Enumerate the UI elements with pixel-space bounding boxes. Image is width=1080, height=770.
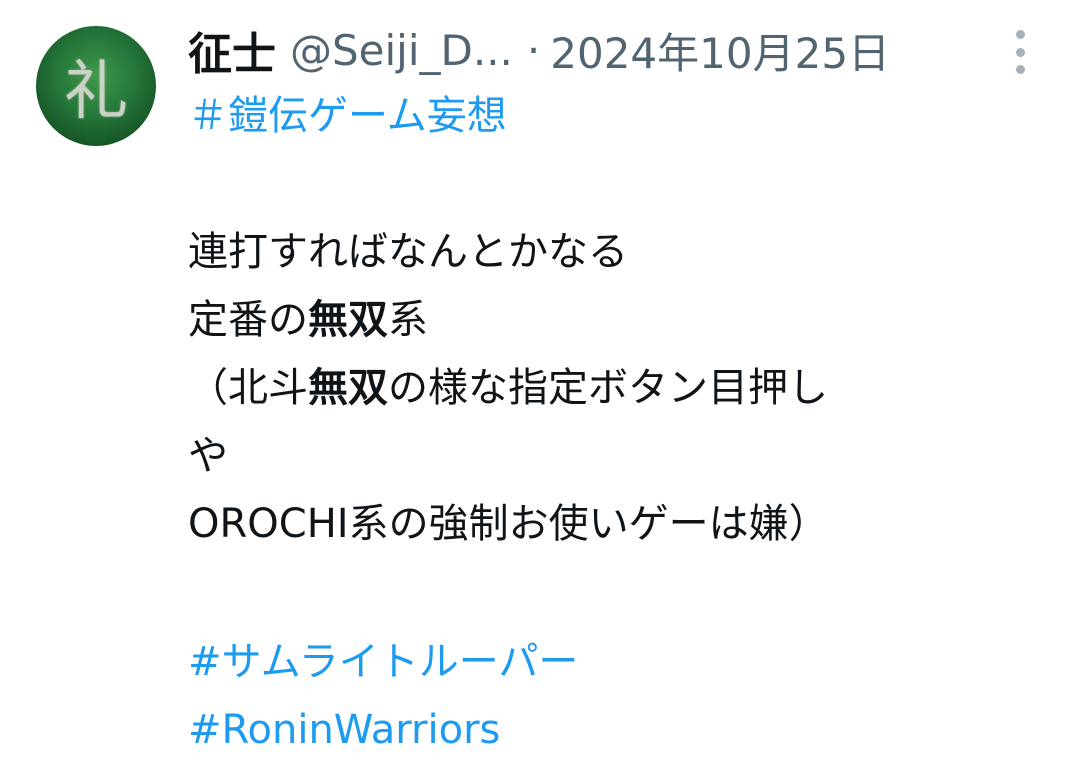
separator-dot: · <box>526 25 541 75</box>
hashtag-line: #サムライトルーパー <box>188 628 578 696</box>
text-segment: （北斗 <box>188 365 308 411</box>
more-dot <box>1015 47 1025 57</box>
avatar-glyph: 礼 <box>64 55 128 129</box>
more-dot <box>1015 65 1025 74</box>
text-line: 定番の無双系 <box>188 286 829 354</box>
text-line-1: 連打すればなんとかなる <box>188 229 628 275</box>
tweet-hashtags: #サムライトルーパー #RoninWarriors <box>188 628 578 764</box>
hashtag-link[interactable]: #サムライトルーパー <box>188 639 578 685</box>
text-bold-segment: 無双 <box>308 297 388 343</box>
text-line-5: OROCHI系の強制お使いゲーは嫌） <box>188 501 829 547</box>
user-handle[interactable]: @Seiji_D... <box>290 26 513 75</box>
tweet[interactable]: 礼 征士 @Seiji_D... · 2024年10月25日 ＃鎧伝ゲーム妄想 … <box>0 0 1080 770</box>
text-line: （北斗無双の様な指定ボタン目押し <box>188 354 829 422</box>
tweet-header: 征士 @Seiji_D... · 2024年10月25日 <box>188 20 890 81</box>
text-segment: 定番の <box>188 297 308 343</box>
text-line: OROCHI系の強制お使いゲーは嫌） <box>188 490 829 558</box>
tweet-date[interactable]: 2024年10月25日 <box>550 20 890 81</box>
text-line: や <box>188 422 829 490</box>
more-dot <box>1015 30 1025 39</box>
display-name[interactable]: 征士 <box>188 18 276 82</box>
tweet-text: 連打すればなんとかなる 定番の無双系 （北斗無双の様な指定ボタン目押し や OR… <box>188 218 829 558</box>
avatar[interactable]: 礼 <box>36 26 156 146</box>
hashtag-link[interactable]: #RoninWarriors <box>188 707 500 753</box>
tweet-hashtag-top-block: ＃鎧伝ゲーム妄想 <box>188 82 507 150</box>
text-bold-segment: 無双 <box>308 365 388 411</box>
text-line: 連打すればなんとかなる <box>188 218 829 286</box>
text-line-4: や <box>188 433 228 479</box>
more-vertical-icon[interactable] <box>1006 30 1034 74</box>
hashtag-link[interactable]: ＃鎧伝ゲーム妄想 <box>188 93 507 139</box>
text-segment: の様な指定ボタン目押し <box>388 365 828 411</box>
hashtag-line: #RoninWarriors <box>188 696 578 764</box>
text-segment: 系 <box>388 297 428 343</box>
